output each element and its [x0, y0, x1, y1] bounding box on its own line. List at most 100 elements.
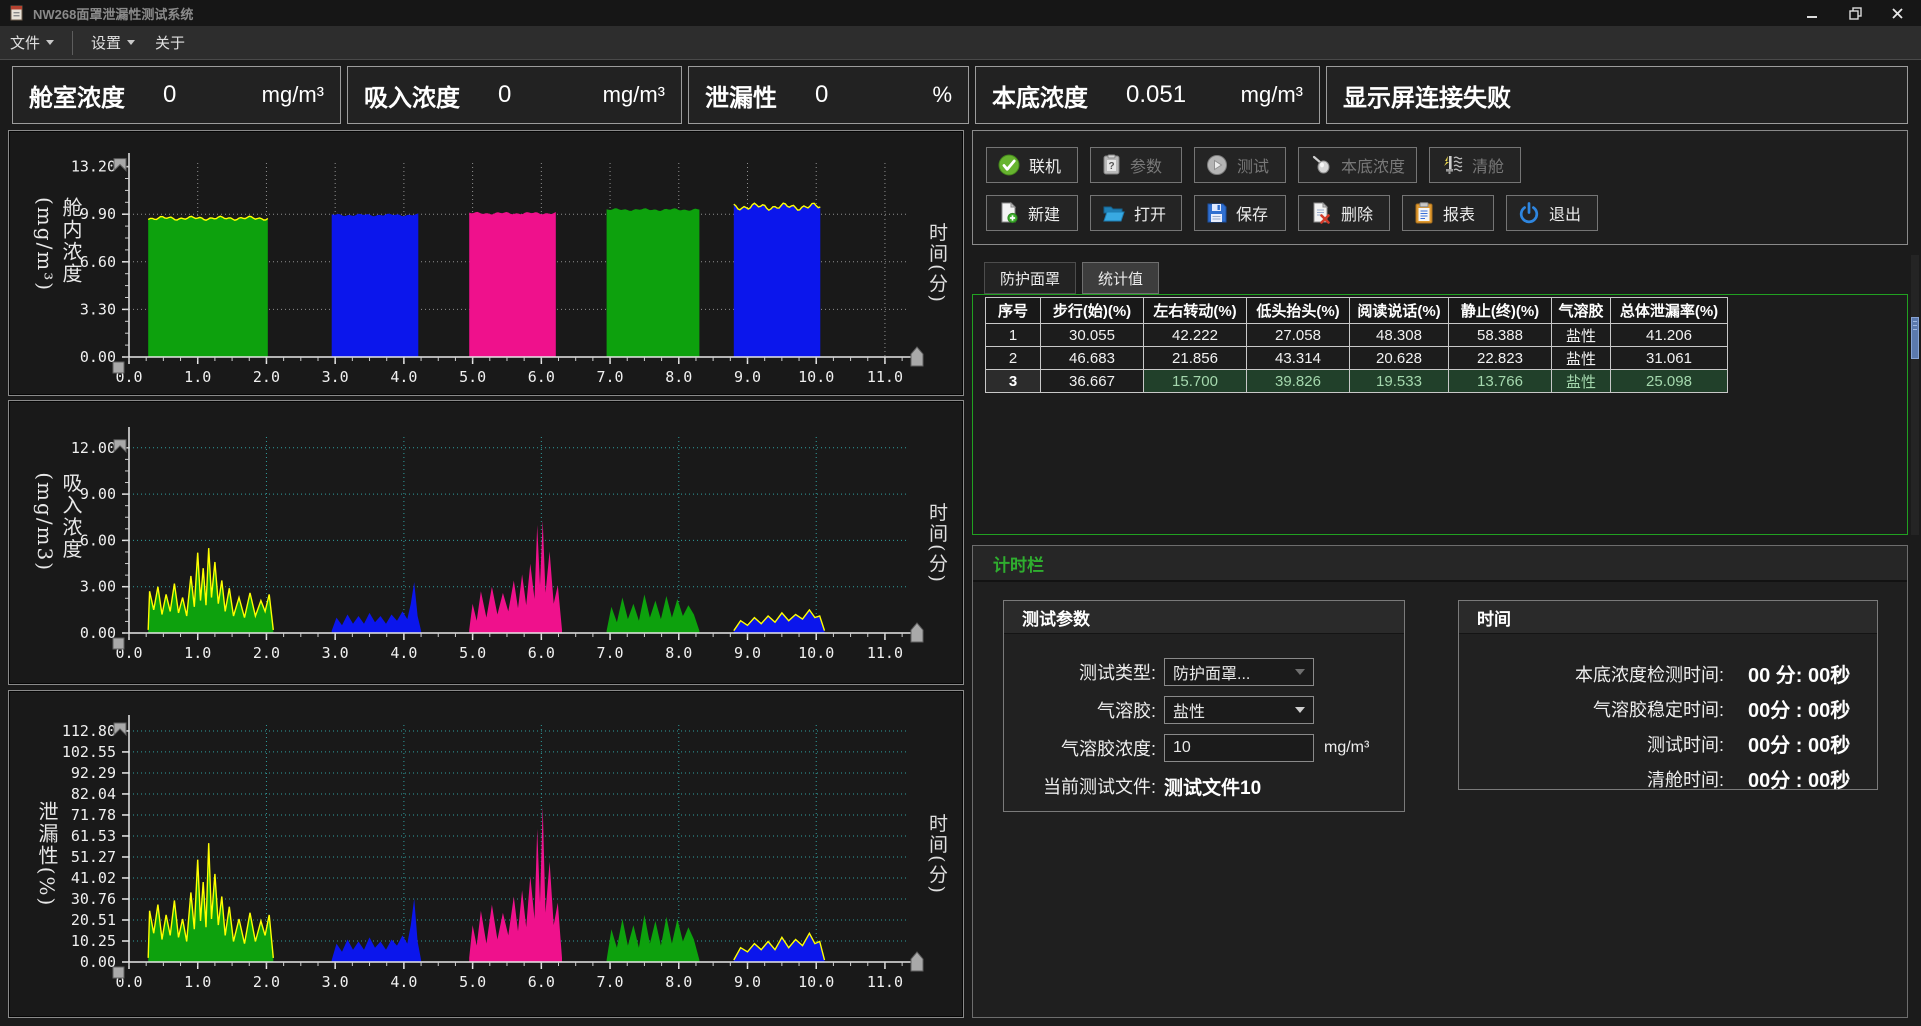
toolbar-button-play-circle[interactable]: 测试: [1194, 147, 1286, 183]
table-cell: 43.314: [1247, 347, 1350, 370]
table-cell: 42.222: [1144, 324, 1247, 347]
menu-item-0[interactable]: 文件: [0, 26, 64, 59]
time-panel: 时间 本底浓度检测时间:00 分: 00秒气溶胶稳定时间:00分 : 00秒测试…: [1458, 600, 1878, 790]
table-cell: 15.700: [1144, 370, 1247, 393]
toolbar: 联机 ?参数 测试 本底浓度 清舱 新建 打开 保存 删除报表退出: [972, 130, 1908, 245]
column-header[interactable]: 总体泄漏率(%): [1611, 298, 1728, 324]
table-row[interactable]: 130.05542.22227.05848.30858.388盐性41.206: [986, 324, 1728, 347]
vertical-scrollbar[interactable]: [1911, 255, 1919, 535]
time-value: 00分 : 00秒: [1748, 729, 1850, 758]
readout-label: 吸入浓度: [364, 78, 460, 113]
table-cell: 48.308: [1350, 324, 1449, 347]
toolbar-button-label: 联机: [1029, 153, 1061, 177]
menu-item-2[interactable]: 关于: [145, 26, 195, 59]
table-row[interactable]: 246.68321.85643.31420.62822.823盐性31.061: [986, 347, 1728, 370]
toolbar-button-save-disk[interactable]: 保存: [1194, 195, 1286, 231]
table-header-row: 序号步行(始)(%)左右转动(%)低头抬头(%)阅读说话(%)静止(终)(%)气…: [986, 298, 1728, 324]
svg-text:11.0: 11.0: [867, 973, 903, 991]
toolbar-row-2: 新建 打开 保存 删除报表退出: [986, 195, 1598, 231]
toolbar-button-purge[interactable]: 清舱: [1429, 147, 1521, 183]
time-value: 00分 : 00秒: [1748, 694, 1850, 723]
svg-text:30.76: 30.76: [71, 890, 116, 908]
minimize-button[interactable]: [1803, 3, 1823, 23]
param-label: 气溶胶:: [1004, 697, 1156, 723]
readout-value: 0.051: [1126, 81, 1186, 109]
scrollbar-thumb[interactable]: [1911, 317, 1919, 359]
column-header[interactable]: 阅读说话(%): [1350, 298, 1449, 324]
column-header[interactable]: 左右转动(%): [1144, 298, 1247, 324]
leakage-plot: 112.80102.5592.2982.0471.7861.5351.2741.…: [9, 691, 963, 1017]
svg-text:11.0: 11.0: [867, 368, 903, 386]
readout-value: 0: [815, 81, 828, 109]
toolbar-button-label: 新建: [1028, 201, 1060, 225]
app-icon: [6, 3, 26, 23]
svg-text:6.0: 6.0: [528, 644, 555, 662]
readout-unit: %: [932, 82, 952, 108]
svg-text:3.0: 3.0: [322, 644, 349, 662]
test-params-panel: 测试参数 测试类型:防护面罩...气溶胶:盐性气溶胶浓度:10mg/m³当前测试…: [1003, 600, 1405, 812]
time-panel-rows: 本底浓度检测时间:00 分: 00秒气溶胶稳定时间:00分 : 00秒测试时间:…: [1459, 656, 1877, 796]
tab-protective-mask[interactable]: 防护面罩: [984, 262, 1076, 294]
time-value: 00 分: 00秒: [1748, 659, 1850, 688]
toolbar-button-delete-file[interactable]: 删除: [1298, 195, 1390, 231]
table-cell: 3: [986, 370, 1041, 393]
time-row-1: 气溶胶稳定时间: 00分 : 00秒: [1459, 691, 1877, 726]
svg-text:1.0: 1.0: [184, 973, 211, 991]
clipboard-question-icon: ?: [1102, 154, 1121, 176]
results-table: 序号步行(始)(%)左右转动(%)低头抬头(%)阅读说话(%)静止(终)(%)气…: [985, 297, 1728, 393]
table-cell: 41.206: [1611, 324, 1728, 347]
tab-statistics[interactable]: 统计值: [1082, 262, 1159, 294]
column-header[interactable]: 序号: [986, 298, 1041, 324]
readout-leakage: 泄漏性 0 %: [688, 66, 969, 124]
svg-text:?: ?: [1108, 161, 1114, 172]
aerosol-concentration-input[interactable]: 10: [1164, 734, 1314, 762]
svg-text:61.53: 61.53: [71, 827, 116, 845]
column-header[interactable]: 步行(始)(%): [1041, 298, 1144, 324]
close-button[interactable]: [1887, 3, 1907, 23]
svg-text:10.0: 10.0: [798, 973, 834, 991]
toolbar-button-clipboard-question[interactable]: ?参数: [1090, 147, 1182, 183]
report-icon: [1414, 202, 1434, 224]
toolbar-button-power[interactable]: 退出: [1506, 195, 1598, 231]
table-cell: 22.823: [1449, 347, 1552, 370]
svg-text:13.20: 13.20: [71, 158, 116, 176]
play-circle-icon: [1206, 154, 1228, 176]
svg-text:4.0: 4.0: [390, 368, 417, 386]
svg-text:10.0: 10.0: [798, 368, 834, 386]
svg-text:7.0: 7.0: [597, 368, 624, 386]
menu-item-label: 文件: [10, 32, 40, 53]
toolbar-button-check-circle[interactable]: 联机: [986, 147, 1078, 183]
unit-label: mg/m³: [1324, 739, 1369, 757]
time-axis-label: 时间(分): [924, 813, 951, 895]
time-value: 00分 : 00秒: [1748, 764, 1850, 793]
svg-text:5.0: 5.0: [459, 368, 486, 386]
column-header[interactable]: 静止(终)(%): [1449, 298, 1552, 324]
table-cell: 58.388: [1449, 324, 1552, 347]
toolbar-button-report[interactable]: 报表: [1402, 195, 1494, 231]
restore-button[interactable]: [1845, 3, 1865, 23]
toolbar-button-new-file[interactable]: 新建: [986, 195, 1078, 231]
aerosol-select[interactable]: 盐性: [1164, 696, 1314, 724]
column-header[interactable]: 气溶胶: [1552, 298, 1611, 324]
table-cell: 2: [986, 347, 1041, 370]
toolbar-button-sampler[interactable]: 本底浓度: [1298, 147, 1417, 183]
svg-text:8.0: 8.0: [665, 368, 692, 386]
table-cell: 39.826: [1247, 370, 1350, 393]
table-cell: 36.667: [1041, 370, 1144, 393]
delete-file-icon: [1310, 202, 1332, 224]
menu-item-1[interactable]: 设置: [81, 26, 145, 59]
table-row[interactable]: 336.66715.70039.82619.53313.766盐性25.098: [986, 370, 1728, 393]
time-label: 气溶胶稳定时间:: [1459, 696, 1724, 722]
readout-unit: mg/m³: [262, 82, 324, 108]
readout-label: 泄漏性: [705, 78, 777, 113]
test-params-fields: 测试类型:防护面罩...气溶胶:盐性气溶胶浓度:10mg/m³当前测试文件:测试…: [1004, 634, 1404, 804]
cabin-concentration-plot: 13.209.906.603.300.000.01.02.03.04.05.06…: [9, 131, 963, 395]
readout-unit: mg/m³: [1241, 82, 1303, 108]
toolbar-button-label: 测试: [1237, 153, 1269, 177]
toolbar-button-label: 清舱: [1472, 153, 1504, 177]
svg-text:8.0: 8.0: [665, 644, 692, 662]
toolbar-button-open-folder[interactable]: 打开: [1090, 195, 1182, 231]
test-type-select[interactable]: 防护面罩...: [1164, 658, 1314, 686]
toolbar-button-label: 保存: [1236, 201, 1268, 225]
column-header[interactable]: 低头抬头(%): [1247, 298, 1350, 324]
